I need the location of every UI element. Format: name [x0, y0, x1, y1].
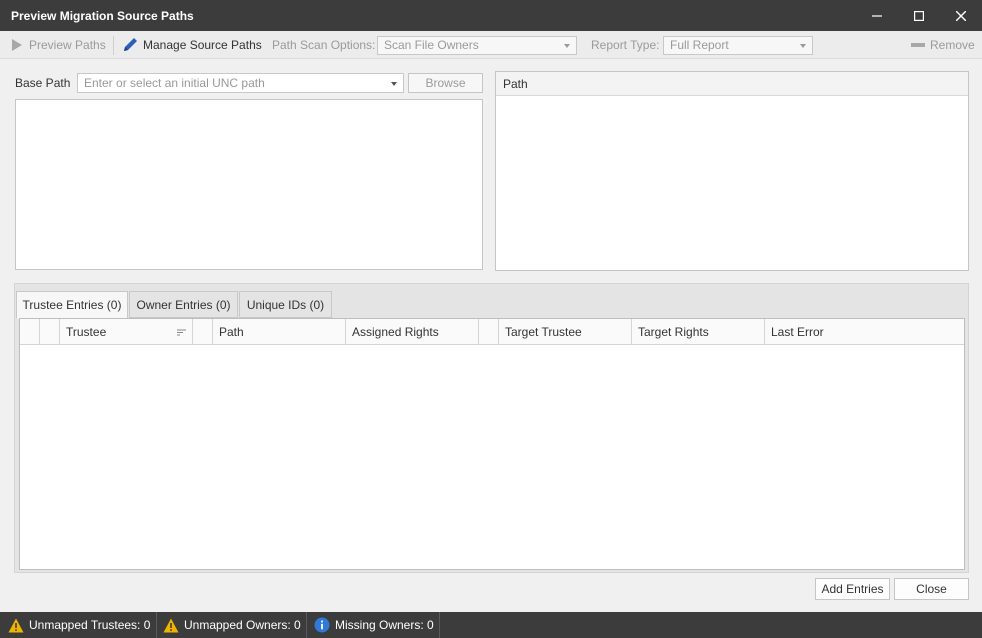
info-icon [314, 617, 330, 633]
column-header-indicator[interactable] [20, 319, 40, 345]
toolbar-divider [113, 36, 114, 55]
unmapped-trustees-text: Unmapped Trustees: 0 [29, 618, 151, 632]
toolbar: Preview Paths Manage Source Paths Path S… [0, 31, 982, 59]
report-type-select[interactable]: Full Report [663, 36, 813, 55]
column-header-select[interactable] [40, 319, 60, 345]
status-unmapped-owners[interactable]: Unmapped Owners: 0 [163, 612, 301, 638]
maximize-icon [914, 10, 924, 21]
play-icon [12, 39, 22, 51]
path-column-header[interactable]: Path [496, 72, 968, 96]
chevron-down-icon [800, 44, 806, 48]
base-path-input[interactable]: Enter or select an initial UNC path [77, 73, 404, 93]
base-path-placeholder: Enter or select an initial UNC path [84, 76, 265, 90]
window-title: Preview Migration Source Paths [11, 9, 194, 23]
column-header-trustee[interactable]: Trustee [60, 319, 193, 345]
path-scan-options-value: Scan File Owners [384, 38, 479, 52]
unmapped-owners-text: Unmapped Owners: 0 [184, 618, 301, 632]
status-divider [156, 612, 157, 638]
close-icon [956, 10, 966, 21]
manage-source-paths-button[interactable]: Manage Source Paths [122, 31, 262, 59]
path-scan-options-select[interactable]: Scan File Owners [377, 36, 577, 55]
column-header-target-rights[interactable]: Target Rights [632, 319, 765, 345]
status-bar: Unmapped Trustees: 0 Unmapped Owners: 0 … [0, 612, 982, 638]
trustee-entries-grid[interactable]: Trustee Path Assigned Rights Target Trus… [19, 318, 965, 570]
entries-tab-panel: Trustee Entries (0) Owner Entries (0) Un… [14, 283, 969, 573]
minimize-icon [872, 14, 882, 17]
browse-button[interactable]: Browse [408, 73, 483, 93]
column-header-last-error[interactable]: Last Error [765, 319, 964, 345]
tab-owner-entries[interactable]: Owner Entries (0) [129, 291, 238, 318]
tab-unique-ids[interactable]: Unique IDs (0) [239, 291, 332, 318]
path-list-panel[interactable]: Path [495, 71, 969, 271]
manage-source-paths-label: Manage Source Paths [143, 38, 262, 52]
sort-icon [177, 329, 186, 336]
column-header-trustee-icon[interactable] [193, 319, 213, 345]
minimize-button[interactable] [856, 0, 898, 31]
column-header-trustee-label: Trustee [66, 325, 107, 339]
column-header-target-icon[interactable] [479, 319, 499, 345]
column-header-assigned-rights[interactable]: Assigned Rights [346, 319, 479, 345]
column-header-target-trustee[interactable]: Target Trustee [499, 319, 632, 345]
chevron-down-icon [564, 44, 570, 48]
maximize-button[interactable] [898, 0, 940, 31]
add-entries-button[interactable]: Add Entries [815, 578, 890, 600]
remove-label: Remove [930, 38, 975, 52]
report-type-label: Report Type: [591, 38, 660, 52]
path-scan-options-label: Path Scan Options: [272, 38, 376, 52]
folder-tree[interactable] [15, 99, 483, 270]
status-unmapped-trustees[interactable]: Unmapped Trustees: 0 [8, 612, 150, 638]
column-header-path[interactable]: Path [213, 319, 346, 345]
preview-paths-button[interactable]: Preview Paths [11, 31, 106, 59]
chevron-down-icon [391, 82, 397, 86]
close-button[interactable]: Close [894, 578, 969, 600]
missing-owners-text: Missing Owners: 0 [335, 618, 434, 632]
report-type-value: Full Report [670, 38, 729, 52]
base-path-label: Base Path [15, 76, 71, 90]
status-divider [306, 612, 307, 638]
warning-icon [8, 618, 24, 632]
minus-icon [911, 43, 925, 47]
status-missing-owners[interactable]: Missing Owners: 0 [314, 612, 434, 638]
remove-button[interactable]: Remove [911, 31, 975, 59]
title-bar: Preview Migration Source Paths [0, 0, 982, 31]
status-divider [439, 612, 440, 638]
pencil-icon [124, 38, 137, 51]
close-window-button[interactable] [940, 0, 982, 31]
preview-paths-label: Preview Paths [29, 38, 106, 52]
tab-trustee-entries[interactable]: Trustee Entries (0) [16, 291, 128, 319]
grid-header: Trustee Path Assigned Rights Target Trus… [20, 319, 964, 345]
warning-icon [163, 618, 179, 632]
